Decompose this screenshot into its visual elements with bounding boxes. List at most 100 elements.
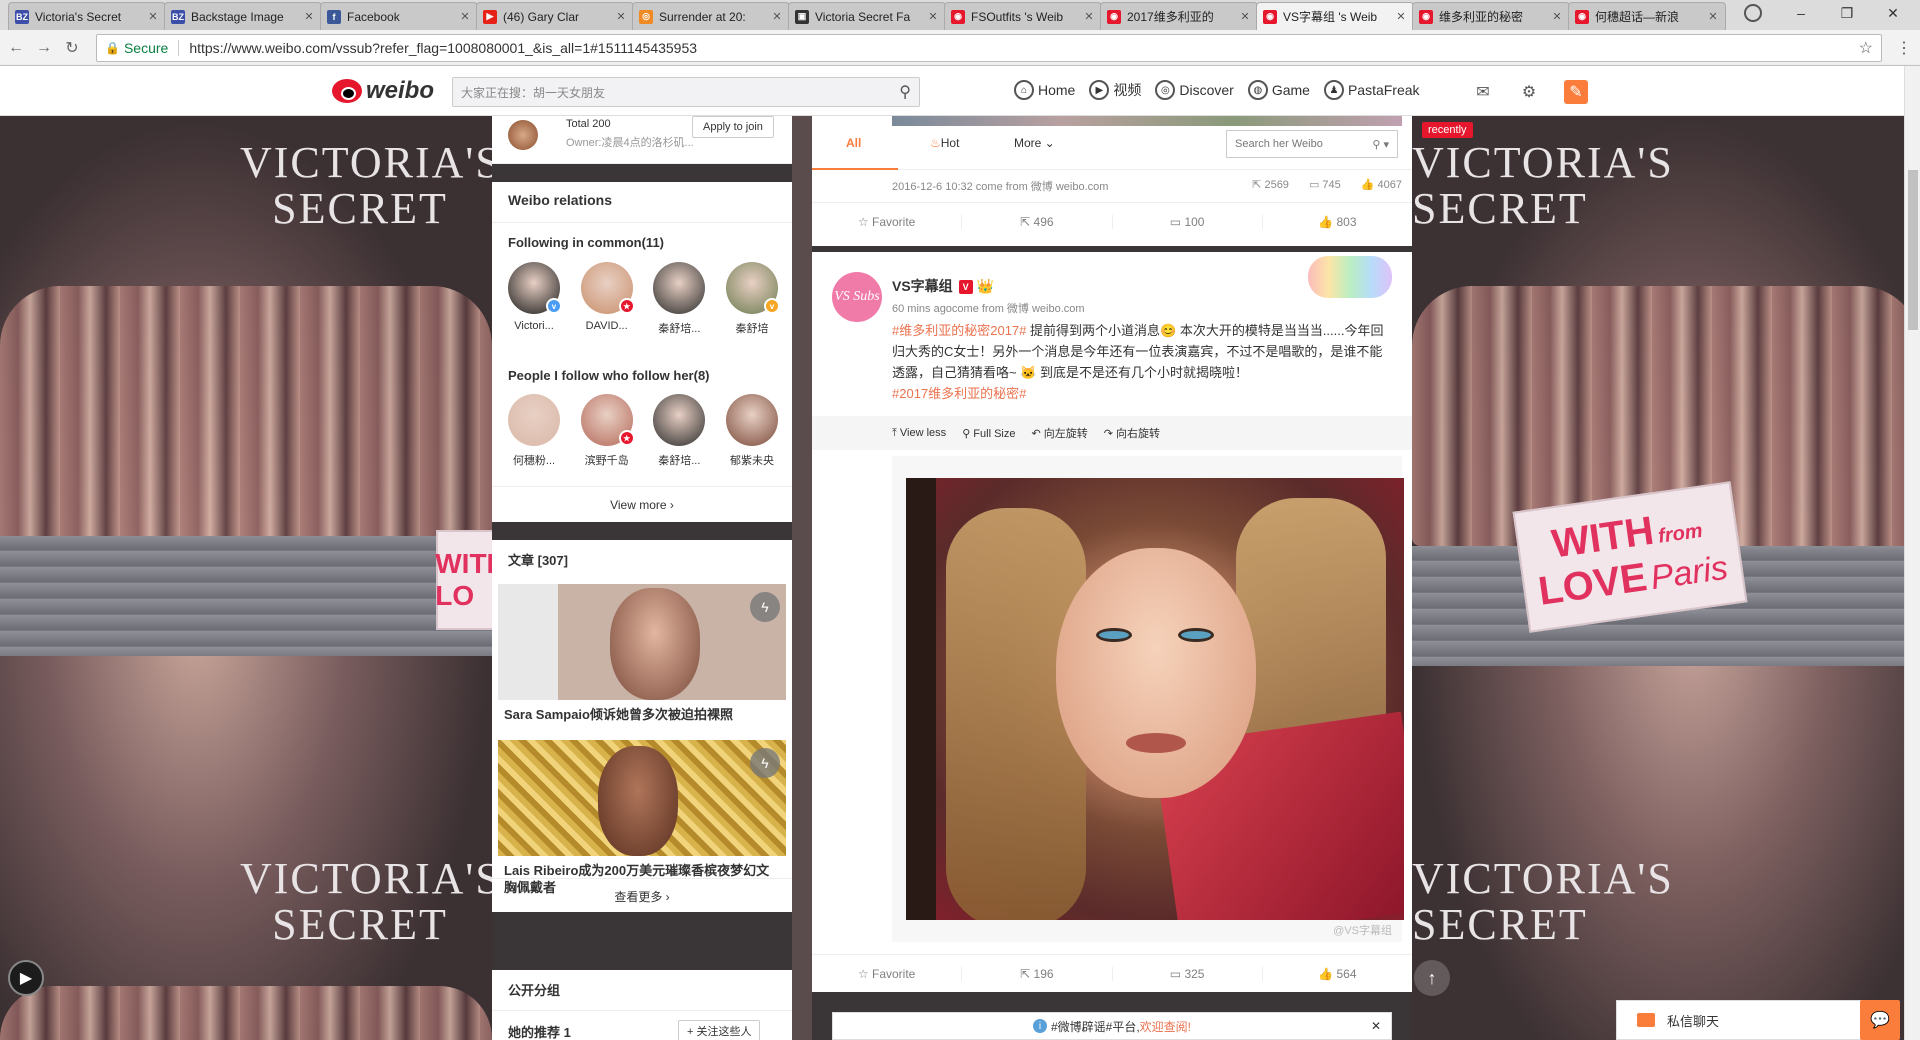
relation-user-name[interactable]: 郁紫未央 xyxy=(722,452,782,468)
browser-tab[interactable]: ◉ FSOutfits 's Weib ✕ xyxy=(944,2,1102,30)
tab-close-icon[interactable]: ✕ xyxy=(147,10,159,23)
article-item[interactable]: ϟ Lais Ribeiro成为200万美元璀璨香槟夜梦幻文胸佩戴者 xyxy=(498,740,786,896)
like-count[interactable]: 👍 4067 xyxy=(1361,178,1402,194)
scroll-thumb[interactable] xyxy=(1908,170,1918,330)
compose-button[interactable]: ✎ xyxy=(1564,80,1588,104)
tab-more[interactable]: More ⌄ xyxy=(1014,136,1055,150)
hashtag-link[interactable]: #维多利亚的秘密2017# xyxy=(892,323,1026,338)
her-recommend-label[interactable]: 她的推荐 1 xyxy=(508,1022,571,1040)
hashtag-link[interactable]: #2017维多利亚的秘密# xyxy=(892,386,1026,401)
maximize-button[interactable]: ❐ xyxy=(1824,0,1870,26)
relation-user[interactable]: 秦舒培... xyxy=(653,394,706,468)
private-chat-bar[interactable]: 私信聊天 xyxy=(1616,1000,1870,1040)
mail-icon[interactable]: ✉ xyxy=(1472,82,1494,102)
avatar[interactable]: v xyxy=(508,262,562,314)
forward-icon[interactable]: → xyxy=(34,38,54,58)
search-her-weibo-input[interactable]: Search her Weibo ⚲ ▾ xyxy=(1226,130,1398,158)
bookmark-star-icon[interactable]: ☆ xyxy=(1859,38,1873,58)
search-icon[interactable]: ⚲ xyxy=(899,82,911,102)
relation-user[interactable]: ★ DAVID... xyxy=(580,262,635,336)
relation-user[interactable]: v 秦舒培 xyxy=(725,262,780,336)
relation-user[interactable]: v Victori... xyxy=(508,262,562,336)
avatar[interactable] xyxy=(653,262,706,314)
nav-link-2[interactable]: ◎ Discover xyxy=(1155,80,1234,100)
post-avatar[interactable]: VS Subs xyxy=(832,272,882,322)
browser-tab[interactable]: BZ Backstage Image ✕ xyxy=(164,2,322,30)
rotate-right-button[interactable]: ↷ 向右旋转 xyxy=(1104,425,1160,441)
like-button[interactable]: 👍 803 xyxy=(1263,215,1412,229)
favorite-button[interactable]: ☆ Favorite xyxy=(812,214,963,229)
relation-user-name[interactable]: 滨野千岛 xyxy=(577,452,637,468)
apply-to-join-button[interactable]: Apply to join xyxy=(692,116,774,138)
common-following-heading[interactable]: Following in common(11) xyxy=(508,235,664,250)
comment-button[interactable]: ▭ 100 xyxy=(1113,214,1263,229)
follow-her-heading[interactable]: People I follow who follow her(8) xyxy=(508,368,710,383)
tab-close-icon[interactable]: ✕ xyxy=(615,10,627,23)
group-avatar[interactable] xyxy=(508,120,538,150)
relation-user[interactable]: 秦舒培... xyxy=(653,262,706,336)
browser-tab[interactable]: ▶ (46) Gary Clar ✕ xyxy=(476,2,634,30)
see-more-articles-link[interactable]: 查看更多 › xyxy=(492,878,792,914)
search-input[interactable]: 大家正在搜：胡一天女朋友 ⚲ xyxy=(452,77,920,107)
post-image[interactable] xyxy=(906,478,1404,920)
article-item[interactable]: ϟ Sara Sampaio倾诉她曾多次被迫拍裸照 xyxy=(498,584,786,723)
relation-user-name[interactable]: Victori... xyxy=(504,320,564,332)
view-less-button[interactable]: ⤒ View less xyxy=(892,427,946,440)
tab-close-icon[interactable]: ✕ xyxy=(1707,10,1719,23)
nav-link-3[interactable]: ◍ Game xyxy=(1247,80,1310,100)
comment-count[interactable]: ▭ 745 xyxy=(1309,178,1341,194)
tab-all[interactable]: All xyxy=(846,136,861,150)
browser-tab[interactable]: ◎ Surrender at 20: ✕ xyxy=(632,2,790,30)
article-thumbnail[interactable]: ϟ xyxy=(498,740,786,856)
tab-close-icon[interactable]: ✕ xyxy=(459,10,471,23)
view-more-link[interactable]: View more › xyxy=(492,486,792,522)
browser-tab[interactable]: ◉ VS字幕组 's Weib ✕ xyxy=(1256,2,1414,30)
tab-close-icon[interactable]: ✕ xyxy=(1395,10,1407,23)
post-author-name[interactable]: VS字幕组 xyxy=(892,278,953,294)
avatar[interactable] xyxy=(508,394,560,446)
avatar[interactable] xyxy=(725,394,778,446)
play-music-button[interactable]: ▶ xyxy=(8,960,44,996)
browser-tab[interactable]: ◉ 何穗超话—新浪 ✕ xyxy=(1568,2,1726,30)
url-input[interactable]: 🔒 Secure https://www.weibo.com/vssub?ref… xyxy=(96,34,1882,62)
repost-count[interactable]: ⇱ 2569 xyxy=(1252,178,1289,194)
tab-close-icon[interactable]: ✕ xyxy=(1239,10,1251,23)
comment-button[interactable]: ▭ 325 xyxy=(1113,966,1263,981)
tab-close-icon[interactable]: ✕ xyxy=(1551,10,1563,23)
post-time[interactable]: 60 mins agocome from 微博 weibo.com xyxy=(892,300,1085,316)
article-thumbnail[interactable]: ϟ xyxy=(498,584,786,700)
nav-link-1[interactable]: ▶ 视频 xyxy=(1089,80,1141,100)
avatar[interactable] xyxy=(653,394,706,446)
full-size-button[interactable]: ⚲ Full Size xyxy=(962,427,1015,440)
browser-tab[interactable]: ▣ Victoria Secret Fa ✕ xyxy=(788,2,946,30)
weibo-logo[interactable]: weibo xyxy=(332,77,434,105)
tab-close-icon[interactable]: ✕ xyxy=(771,10,783,23)
close-icon[interactable]: ✕ xyxy=(1371,1019,1381,1033)
relation-user-name[interactable]: 何穗粉... xyxy=(504,452,564,468)
browser-menu-icon[interactable]: ⋮ xyxy=(1896,38,1912,58)
repost-button[interactable]: ⇱ 196 xyxy=(962,966,1113,981)
notice-link[interactable]: 欢迎查阅! xyxy=(1140,1018,1191,1035)
avatar[interactable]: v xyxy=(725,262,780,314)
browser-tab[interactable]: f Facebook ✕ xyxy=(320,2,478,30)
back-icon[interactable]: ← xyxy=(6,38,26,58)
close-window-button[interactable]: ✕ xyxy=(1870,0,1916,26)
browser-tab[interactable]: ◉ 维多利亚的秘密 ✕ xyxy=(1412,2,1570,30)
relation-user-name[interactable]: 秦舒培... xyxy=(649,320,709,336)
like-button[interactable]: 👍 564 xyxy=(1263,967,1412,981)
tab-close-icon[interactable]: ✕ xyxy=(927,10,939,23)
settings-gear-icon[interactable]: ⚙ xyxy=(1518,82,1540,102)
search-icon[interactable]: ⚲ ▾ xyxy=(1372,138,1389,151)
browser-tab[interactable]: ◉ 2017维多利亚的 ✕ xyxy=(1100,2,1258,30)
avatar[interactable]: ★ xyxy=(580,394,635,446)
recently-badge[interactable]: recently xyxy=(1422,122,1473,138)
relation-user-name[interactable]: DAVID... xyxy=(577,320,637,332)
nav-link-4[interactable]: ♟ PastaFreak xyxy=(1323,80,1420,100)
relation-user[interactable]: 郁紫未央 xyxy=(725,394,778,468)
scroll-to-top-button[interactable]: ↑ xyxy=(1414,960,1450,996)
repost-button[interactable]: ⇱ 496 xyxy=(962,214,1113,229)
relation-user-name[interactable]: 秦舒培 xyxy=(722,320,782,336)
avatar[interactable]: ★ xyxy=(580,262,635,314)
relation-user[interactable]: 何穗粉... xyxy=(508,394,560,468)
articles-heading[interactable]: 文章 [307] xyxy=(508,550,568,569)
